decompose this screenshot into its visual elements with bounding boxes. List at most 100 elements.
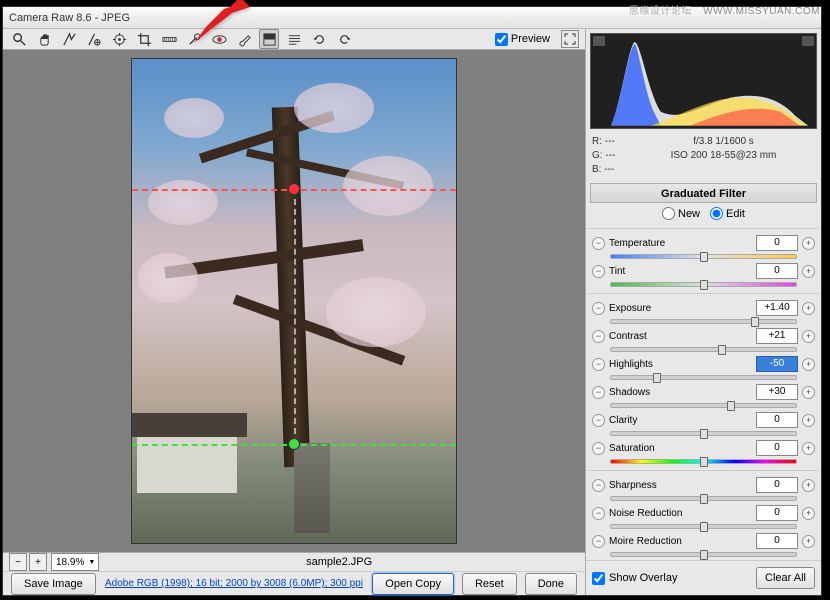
rotate-ccw-icon[interactable]	[309, 29, 329, 49]
histogram[interactable]	[590, 33, 817, 129]
exposure-value[interactable]: +1.40	[756, 300, 798, 316]
sharpness-minus[interactable]: −	[592, 479, 605, 492]
shadows-slider[interactable]	[610, 403, 797, 408]
sharpness-thumb[interactable]	[700, 494, 708, 504]
preview-checkbox[interactable]: Preview	[495, 33, 550, 46]
sharpness-value[interactable]: 0	[756, 477, 798, 493]
clarity-slider[interactable]	[610, 431, 797, 436]
contrast-plus[interactable]: +	[802, 330, 815, 343]
clarity-plus[interactable]: +	[802, 414, 815, 427]
sliders-panel: −Temperature0+−Tint0+−Exposure+1.40+−Con…	[586, 224, 821, 560]
zoom-select[interactable]: 18.9%	[51, 553, 99, 571]
sharpness-slider[interactable]	[610, 496, 797, 501]
canvas-area	[3, 50, 585, 552]
moire-thumb[interactable]	[700, 550, 708, 560]
sharpness-plus[interactable]: +	[802, 479, 815, 492]
moire-minus[interactable]: −	[592, 535, 605, 548]
done-button[interactable]: Done	[525, 573, 577, 595]
contrast-minus[interactable]: −	[592, 330, 605, 343]
annotation-arrow	[180, 0, 250, 50]
highlights-thumb[interactable]	[653, 373, 661, 383]
radial-filter-tool-icon[interactable]	[284, 29, 304, 49]
crop-tool-icon[interactable]	[134, 29, 154, 49]
clear-all-button[interactable]: Clear All	[756, 567, 815, 589]
hand-tool-icon[interactable]	[34, 29, 54, 49]
sharpness-label: Sharpness	[609, 480, 752, 491]
white-balance-tool-icon[interactable]	[59, 29, 79, 49]
highlights-plus[interactable]: +	[802, 358, 815, 371]
clarity-value[interactable]: 0	[756, 412, 798, 428]
gradient-start-handle[interactable]	[288, 183, 300, 195]
shadows-thumb[interactable]	[727, 401, 735, 411]
contrast-label: Contrast	[609, 331, 752, 342]
saturation-thumb[interactable]	[700, 457, 708, 467]
tint-value[interactable]: 0	[756, 263, 798, 279]
open-copy-button[interactable]: Open Copy	[372, 573, 454, 595]
g-value: G: ---	[592, 149, 632, 163]
moire-slider[interactable]	[610, 552, 797, 557]
camera-raw-window: Camera Raw 8.6 - JPEG Preview	[2, 6, 822, 596]
workflow-options-link[interactable]: Adobe RGB (1998); 16 bit; 2000 by 3008 (…	[104, 578, 365, 589]
zoom-tool-icon[interactable]	[9, 29, 29, 49]
noise-thumb[interactable]	[700, 522, 708, 532]
image-preview[interactable]	[131, 58, 457, 544]
temperature-plus[interactable]: +	[802, 237, 815, 250]
noise-value[interactable]: 0	[756, 505, 798, 521]
fullscreen-button[interactable]	[561, 30, 579, 48]
clarity-label: Clarity	[609, 415, 752, 426]
tint-slider[interactable]	[610, 282, 797, 287]
saturation-minus[interactable]: −	[592, 442, 605, 455]
gradient-end-handle[interactable]	[288, 438, 300, 450]
highlights-value[interactable]: -50	[756, 356, 798, 372]
clarity-minus[interactable]: −	[592, 414, 605, 427]
rotate-cw-icon[interactable]	[334, 29, 354, 49]
saturation-label: Saturation	[609, 443, 752, 454]
contrast-thumb[interactable]	[718, 345, 726, 355]
contrast-slider[interactable]	[610, 347, 797, 352]
temperature-label: Temperature	[609, 238, 752, 249]
moire-label: Moire Reduction	[609, 536, 752, 547]
shadows-minus[interactable]: −	[592, 386, 605, 399]
zoom-out-button[interactable]: −	[9, 553, 27, 571]
exposure-thumb[interactable]	[751, 317, 759, 327]
temperature-minus[interactable]: −	[592, 237, 605, 250]
save-image-button[interactable]: Save Image	[11, 573, 96, 595]
exposure-plus[interactable]: +	[802, 302, 815, 315]
reset-button[interactable]: Reset	[462, 573, 517, 595]
saturation-value[interactable]: 0	[756, 440, 798, 456]
show-overlay-checkbox[interactable]	[592, 572, 605, 585]
edit-radio[interactable]: Edit	[710, 207, 745, 220]
tint-minus[interactable]: −	[592, 265, 605, 278]
toolbar: Preview	[3, 29, 585, 50]
noise-minus[interactable]: −	[592, 507, 605, 520]
shadows-value[interactable]: +30	[756, 384, 798, 400]
straighten-tool-icon[interactable]	[159, 29, 179, 49]
noise-slider[interactable]	[610, 524, 797, 529]
clarity-thumb[interactable]	[700, 429, 708, 439]
iso-lens: ISO 200 18-55@23 mm	[632, 149, 815, 163]
exposure-minus[interactable]: −	[592, 302, 605, 315]
new-radio[interactable]: New	[662, 207, 700, 220]
highlights-slider[interactable]	[610, 375, 797, 380]
moire-value[interactable]: 0	[756, 533, 798, 549]
exposure-slider[interactable]	[610, 319, 797, 324]
temperature-slider[interactable]	[610, 254, 797, 259]
color-sampler-tool-icon[interactable]	[84, 29, 104, 49]
contrast-value[interactable]: +21	[756, 328, 798, 344]
zoom-in-button[interactable]: +	[29, 553, 47, 571]
moire-plus[interactable]: +	[802, 535, 815, 548]
tint-thumb[interactable]	[700, 280, 708, 290]
overlay-row: Show Overlay Clear All	[586, 560, 821, 595]
gradient-axis[interactable]	[294, 189, 296, 444]
shadows-plus[interactable]: +	[802, 386, 815, 399]
noise-plus[interactable]: +	[802, 507, 815, 520]
highlights-minus[interactable]: −	[592, 358, 605, 371]
targeted-adjustment-tool-icon[interactable]	[109, 29, 129, 49]
saturation-plus[interactable]: +	[802, 442, 815, 455]
saturation-slider[interactable]	[610, 459, 797, 464]
tint-plus[interactable]: +	[802, 265, 815, 278]
temperature-value[interactable]: 0	[756, 235, 798, 251]
left-pane: Preview	[3, 29, 585, 595]
graduated-filter-tool-icon[interactable]	[259, 29, 279, 49]
temperature-thumb[interactable]	[700, 252, 708, 262]
